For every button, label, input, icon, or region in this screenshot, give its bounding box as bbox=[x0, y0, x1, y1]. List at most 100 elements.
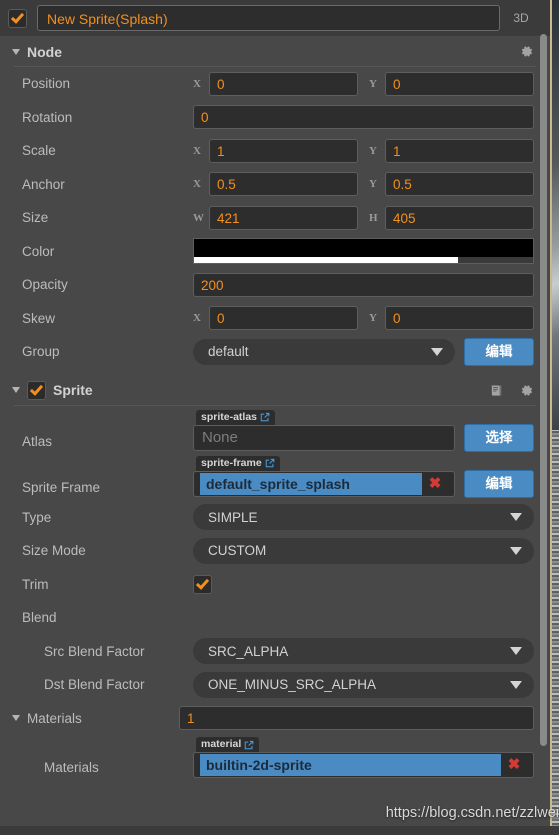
close-icon[interactable]: ✖ bbox=[501, 753, 527, 777]
row-trim: Trim bbox=[0, 568, 550, 602]
anchor-y-input[interactable]: 0.5 bbox=[385, 172, 534, 197]
external-link-icon[interactable] bbox=[265, 458, 275, 468]
label-atlas: Atlas bbox=[22, 433, 53, 449]
axis-label-x: X bbox=[193, 144, 201, 157]
node-header-bar: New Sprite(Splash) 3D bbox=[0, 0, 550, 36]
src-blend-factor-value: SRC_ALPHA bbox=[208, 643, 289, 659]
size-controls: W 421 H 405 bbox=[193, 205, 550, 230]
chevron-down-icon bbox=[431, 347, 443, 356]
dst-blend-factor-dropdown[interactable]: ONE_MINUS_SRC_ALPHA bbox=[193, 671, 534, 698]
editor-canvas-image bbox=[551, 0, 559, 430]
label-color: Color bbox=[22, 243, 55, 259]
group-edit-button[interactable]: 编辑 bbox=[464, 337, 534, 366]
row-skew: Skew X 0 Y 0 bbox=[0, 302, 550, 336]
trim-checkbox[interactable] bbox=[193, 574, 212, 594]
row-color: Color bbox=[0, 235, 550, 269]
size-height-input[interactable]: 405 bbox=[385, 205, 534, 230]
dst-blend-factor-controls: ONE_MINUS_SRC_ALPHA bbox=[193, 671, 550, 698]
chevron-down-icon bbox=[510, 680, 522, 689]
opacity-input[interactable]: 200 bbox=[193, 272, 534, 297]
skew-y-input[interactable]: 0 bbox=[385, 306, 534, 331]
size-mode-dropdown-value: CUSTOM bbox=[208, 543, 267, 559]
axis-label-y: Y bbox=[369, 178, 377, 191]
axis-label-y: Y bbox=[369, 312, 377, 325]
node-enabled-checkbox[interactable] bbox=[8, 8, 27, 28]
label-position: Position bbox=[22, 76, 71, 92]
book-icon[interactable] bbox=[486, 380, 506, 400]
label-dst-blend-factor: Dst Blend Factor bbox=[44, 677, 145, 693]
atlas-asset-field[interactable]: None bbox=[193, 424, 455, 451]
size-mode-dropdown[interactable]: CUSTOM bbox=[193, 537, 534, 564]
material-asset-field[interactable]: builtin-2d-sprite ✖ bbox=[193, 752, 534, 778]
label-materials-item: Materials bbox=[44, 760, 99, 775]
chevron-down-icon bbox=[510, 546, 522, 555]
materials-count-input[interactable]: 1 bbox=[179, 706, 534, 731]
axis-label-h: H bbox=[369, 211, 378, 224]
row-position: Position X 0 Y 0 bbox=[0, 67, 550, 101]
sprite-enabled-checkbox[interactable] bbox=[27, 380, 46, 400]
inspector-panel: New Sprite(Splash) 3D Node Position X 0 … bbox=[0, 0, 550, 835]
materials-array-controls: 1 bbox=[179, 706, 550, 731]
group-dropdown[interactable]: default bbox=[193, 338, 455, 365]
sprite-frame-edit-button[interactable]: 编辑 bbox=[464, 469, 534, 498]
label-scale: Scale bbox=[22, 143, 56, 159]
axis-label-x: X bbox=[193, 312, 201, 325]
row-type: Type SIMPLE bbox=[0, 501, 550, 535]
sprite-frame-type-tag: sprite-frame bbox=[196, 455, 280, 471]
axis-label-y: Y bbox=[369, 77, 377, 90]
row-anchor: Anchor X 0.5 Y 0.5 bbox=[0, 168, 550, 202]
collapse-triangle-icon[interactable] bbox=[12, 387, 20, 393]
row-blend: Blend bbox=[0, 601, 550, 635]
close-icon[interactable]: ✖ bbox=[422, 472, 448, 496]
anchor-controls: X 0.5 Y 0.5 bbox=[193, 172, 550, 197]
skew-x-input[interactable]: 0 bbox=[209, 306, 358, 331]
color-alpha-fill bbox=[194, 257, 459, 264]
collapse-triangle-icon[interactable] bbox=[12, 48, 20, 55]
canvas-border bbox=[550, 0, 552, 835]
row-group: Group default 编辑 bbox=[0, 335, 550, 369]
section-title-node: Node bbox=[27, 43, 62, 60]
axis-label-y: Y bbox=[369, 144, 377, 157]
axis-label-x: X bbox=[193, 178, 201, 191]
section-header-sprite[interactable]: Sprite bbox=[0, 375, 550, 406]
group-controls: default 编辑 bbox=[193, 337, 550, 366]
label-group: Group bbox=[22, 344, 60, 360]
axis-label-x: X bbox=[193, 77, 201, 90]
label-size-mode: Size Mode bbox=[22, 543, 86, 559]
type-controls: SIMPLE bbox=[193, 504, 550, 531]
inspector-scrollbar[interactable] bbox=[540, 34, 547, 835]
size-width-input[interactable]: 421 bbox=[209, 205, 358, 230]
bottom-status-bar bbox=[0, 826, 559, 835]
collapse-triangle-icon[interactable] bbox=[12, 715, 20, 722]
section-header-node[interactable]: Node bbox=[0, 36, 550, 67]
materials-item-controls: material builtin-2d-sprite ✖ bbox=[193, 737, 550, 778]
mode-3d-toggle[interactable]: 3D bbox=[500, 11, 542, 25]
material-type-tag: material bbox=[196, 737, 260, 752]
atlas-type-tag: sprite-atlas bbox=[196, 409, 276, 425]
material-type-tag-label: material bbox=[201, 738, 242, 750]
label-trim: Trim bbox=[22, 576, 49, 592]
external-link-icon[interactable] bbox=[244, 740, 254, 750]
row-size: Size W 421 H 405 bbox=[0, 201, 550, 235]
scale-y-input[interactable]: 1 bbox=[385, 138, 534, 163]
dst-blend-factor-value: ONE_MINUS_SRC_ALPHA bbox=[208, 677, 377, 693]
position-x-input[interactable]: 0 bbox=[209, 71, 358, 96]
position-y-input[interactable]: 0 bbox=[385, 71, 534, 96]
anchor-x-input[interactable]: 0.5 bbox=[209, 172, 358, 197]
rotation-input[interactable]: 0 bbox=[193, 105, 534, 130]
atlas-controls: sprite-atlas None 选择 bbox=[193, 409, 550, 452]
sprite-frame-asset-field[interactable]: default_sprite_splash ✖ bbox=[193, 470, 455, 497]
scrollbar-thumb[interactable] bbox=[540, 34, 547, 746]
color-swatch[interactable] bbox=[193, 238, 534, 265]
scale-x-input[interactable]: 1 bbox=[209, 138, 358, 163]
atlas-select-button[interactable]: 选择 bbox=[464, 423, 534, 452]
external-link-icon[interactable] bbox=[260, 412, 270, 422]
gear-icon[interactable] bbox=[516, 42, 536, 62]
label-materials-array: Materials bbox=[27, 710, 82, 726]
type-dropdown[interactable]: SIMPLE bbox=[193, 504, 534, 531]
node-name-input[interactable]: New Sprite(Splash) bbox=[37, 5, 500, 31]
row-rotation: Rotation 0 bbox=[0, 101, 550, 135]
chevron-down-icon bbox=[510, 647, 522, 656]
src-blend-factor-dropdown[interactable]: SRC_ALPHA bbox=[193, 638, 534, 665]
gear-icon[interactable] bbox=[516, 380, 536, 400]
